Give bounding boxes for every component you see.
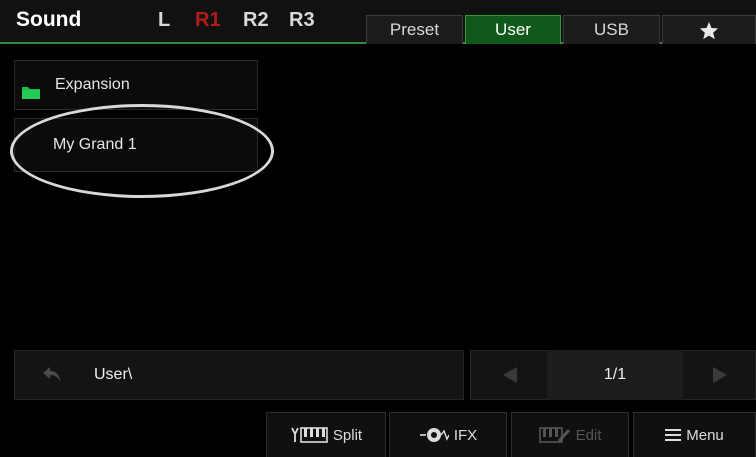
star-icon (699, 21, 719, 39)
menu-label: Menu (686, 426, 724, 444)
next-page-button[interactable] (700, 352, 740, 398)
list-item-label: Expansion (55, 76, 130, 93)
ifx-label: IFX (453, 426, 478, 444)
back-arrow-icon (43, 367, 60, 382)
triangle-right-icon (713, 367, 727, 383)
tab-usb[interactable]: USB (563, 15, 660, 44)
keyboard-split-icon (291, 427, 328, 443)
prev-page-button[interactable] (490, 352, 530, 398)
part-r2[interactable]: R2 (243, 9, 269, 32)
knob-icon (419, 428, 449, 442)
hamburger-icon (665, 429, 682, 441)
list-item-expansion[interactable]: Expansion (14, 60, 258, 110)
back-button[interactable] (18, 352, 88, 398)
tab-user[interactable]: User (465, 15, 561, 44)
split-label: Split (332, 426, 363, 444)
ifx-button[interactable]: IFX (389, 412, 507, 457)
tab-preset[interactable]: Preset (366, 15, 463, 44)
keyboard-edit-icon (538, 427, 570, 443)
menu-button[interactable]: Menu (633, 412, 756, 457)
tab-favorites[interactable] (662, 15, 756, 44)
part-l[interactable]: L (158, 9, 170, 32)
current-path: User\ (94, 366, 133, 383)
folder-icon (22, 87, 40, 99)
edit-button[interactable]: Edit (511, 412, 629, 457)
edit-label: Edit (575, 426, 602, 444)
page-indicator: 1/1 (603, 366, 627, 383)
split-button[interactable]: Split (266, 412, 386, 457)
triangle-left-icon (503, 367, 517, 383)
part-r1[interactable]: R1 (195, 9, 221, 32)
highlight-ellipse (10, 104, 274, 198)
page-title: Sound (16, 8, 82, 31)
part-r3[interactable]: R3 (289, 9, 315, 32)
